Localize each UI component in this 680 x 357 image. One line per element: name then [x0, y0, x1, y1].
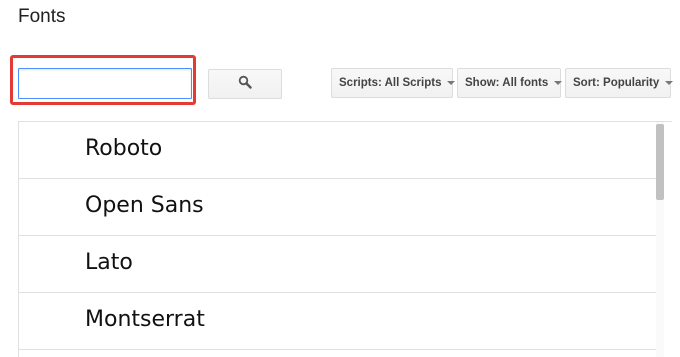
font-name: Lato: [85, 250, 133, 275]
search-button[interactable]: [208, 69, 282, 99]
scrollbar-track[interactable]: [656, 122, 664, 357]
search-icon: [238, 75, 252, 94]
font-name: Open Sans: [85, 193, 204, 218]
sort-dropdown-label: Sort: Popularity: [573, 77, 660, 89]
chevron-down-icon: [554, 81, 563, 85]
scrollbar-thumb[interactable]: [656, 124, 664, 200]
font-list: Roboto Open Sans Lato Montserrat: [18, 121, 672, 357]
font-name: Montserrat: [85, 307, 205, 332]
font-list-item[interactable]: Lato: [19, 236, 656, 293]
scripts-dropdown-label: Scripts: All Scripts: [339, 77, 442, 89]
search-input[interactable]: [18, 68, 192, 99]
scripts-dropdown[interactable]: Scripts: All Scripts: [331, 68, 456, 98]
chevron-down-icon: [447, 81, 456, 85]
font-list-item[interactable]: Open Sans: [19, 179, 656, 236]
chevron-down-icon: [665, 81, 674, 85]
font-list-item[interactable]: Roboto: [19, 122, 656, 179]
show-dropdown-label: Show: All fonts: [465, 77, 549, 89]
sort-dropdown[interactable]: Sort: Popularity: [565, 68, 674, 98]
page-title: Fonts: [18, 6, 66, 27]
show-dropdown[interactable]: Show: All fonts: [457, 68, 563, 98]
font-list-item[interactable]: Montserrat: [19, 293, 656, 350]
fonts-panel: Fonts Scripts: All Scripts Show: All fon…: [0, 0, 680, 357]
font-name: Roboto: [85, 136, 163, 161]
